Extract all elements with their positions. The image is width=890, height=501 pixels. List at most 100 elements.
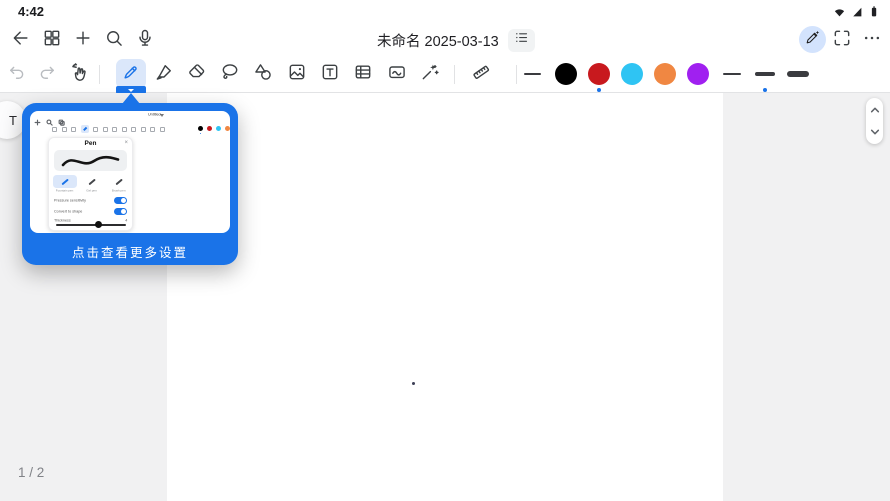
document-title[interactable]: 未命名 2025-03-13 (377, 30, 499, 51)
tool-ribbon (0, 56, 890, 93)
mini-color-red (207, 126, 212, 131)
mini-plus-icon (34, 113, 41, 131)
mini-toggle-row: Convert to shape (54, 207, 127, 216)
microphone-icon (135, 28, 155, 53)
floating-text-label: T (9, 113, 17, 128)
magic-wand-icon (420, 62, 440, 87)
page-indicator: 1 / 2 (18, 465, 44, 480)
fullscreen-icon (832, 28, 852, 53)
back-arrow-icon (11, 28, 31, 53)
pen-settings-preview: Untitled Pen × (30, 111, 230, 233)
thickness-thin[interactable] (723, 73, 741, 75)
shapes-icon (253, 62, 273, 87)
mini-card-title: Pen (49, 140, 132, 147)
thickness-medium[interactable] (755, 72, 775, 76)
mini-pen-type-icon (53, 175, 77, 188)
status-icons (833, 5, 880, 23)
text-box-icon (320, 62, 340, 87)
outline-button[interactable] (508, 29, 535, 52)
mini-pen-selected (81, 125, 89, 133)
status-time: 4:42 (18, 4, 44, 19)
mini-color-black (198, 126, 203, 131)
ai-pen-icon (804, 29, 821, 51)
eraser-icon (187, 62, 207, 87)
mini-thickness-slider (56, 224, 126, 226)
hand-draw-icon (70, 62, 90, 87)
mini-pen-type-icon (80, 175, 104, 188)
color-swatch-orange[interactable] (654, 63, 676, 85)
lasso-icon (220, 62, 240, 87)
voice-record-button[interactable] (132, 27, 158, 53)
mini-pen-type-options: Fountain pen Gel pen Brush pen (51, 175, 132, 194)
tool-table[interactable] (349, 60, 377, 88)
popup-tip-text[interactable]: 点击查看更多设置 (22, 242, 238, 261)
mini-pen-type-icon (107, 175, 131, 188)
chevron-up-icon[interactable] (870, 101, 880, 119)
chevron-down-icon[interactable] (870, 123, 880, 141)
tool-eraser[interactable] (183, 60, 211, 88)
tool-magic-wand[interactable] (416, 60, 444, 88)
tool-image[interactable] (283, 60, 311, 88)
mini-color-orange (225, 126, 230, 131)
back-button[interactable] (8, 27, 34, 53)
page-scroll-control (866, 98, 883, 144)
mini-slider-knob (95, 221, 102, 228)
selected-color-indicator (597, 88, 601, 92)
add-page-button[interactable] (70, 27, 96, 53)
tool-text[interactable] (316, 60, 344, 88)
mini-stroke-preview (54, 150, 127, 171)
search-button[interactable] (101, 27, 127, 53)
mini-pen-type-option: Gel pen (78, 175, 105, 194)
color-swatch-red[interactable] (588, 63, 610, 85)
card-scribble-icon (387, 62, 407, 87)
color-swatch-black[interactable] (555, 63, 577, 85)
finger-draw-toggle[interactable] (66, 60, 94, 88)
app-window: 4:42 未命名 2025-03-13 (0, 0, 890, 501)
tool-lasso[interactable] (216, 60, 244, 88)
table-icon (353, 62, 373, 87)
pages-grid-button[interactable] (39, 27, 65, 53)
ai-pen-button[interactable] (799, 26, 826, 53)
grid-icon (42, 28, 62, 53)
more-dots-icon (862, 28, 882, 53)
wifi-icon (833, 5, 846, 23)
more-options-button[interactable] (859, 27, 885, 53)
fullscreen-button[interactable] (829, 27, 855, 53)
mini-selected-color-indicator (200, 133, 202, 135)
mini-toggle-row: Pressure sensitivity (54, 196, 127, 205)
search-icon (104, 28, 124, 53)
mini-toggle-on (114, 208, 127, 215)
tool-card[interactable] (383, 60, 411, 88)
ink-dot (412, 382, 415, 385)
fountain-pen-icon (121, 62, 141, 87)
mini-pen-type-option: Fountain pen (51, 175, 78, 194)
plus-icon (73, 28, 93, 53)
thickness-thick[interactable] (787, 71, 809, 77)
mini-pen-card: Pen × Fountain pen Gel pen (48, 137, 133, 231)
pen-settings-popup[interactable]: Untitled Pen × (22, 103, 238, 265)
mini-close-icon: × (124, 140, 128, 146)
selected-thickness-indicator (763, 88, 767, 92)
cellular-signal-icon (850, 5, 863, 23)
undo-button[interactable] (3, 60, 31, 88)
mini-color-cyan (216, 126, 221, 131)
ruler-icon (471, 62, 491, 87)
color-swatch-purple[interactable] (687, 63, 709, 85)
image-icon (287, 62, 307, 87)
mini-app-title: Untitled (148, 112, 164, 118)
tool-marker[interactable] (150, 60, 178, 88)
canvas-page[interactable] (167, 93, 723, 501)
mini-toolbar-icons (52, 125, 165, 133)
tool-shapes[interactable] (249, 60, 277, 88)
tool-pen[interactable] (117, 60, 145, 88)
popup-arrow (122, 93, 140, 104)
stroke-style-sample[interactable] (524, 73, 541, 75)
ribbon-separator (454, 65, 455, 84)
color-swatch-cyan[interactable] (621, 63, 643, 85)
marker-pen-icon (154, 62, 174, 87)
tool-ruler[interactable] (467, 60, 495, 88)
outline-list-icon (514, 30, 529, 50)
ribbon-separator (516, 65, 517, 84)
ribbon-separator (99, 65, 100, 84)
redo-button[interactable] (33, 60, 61, 88)
